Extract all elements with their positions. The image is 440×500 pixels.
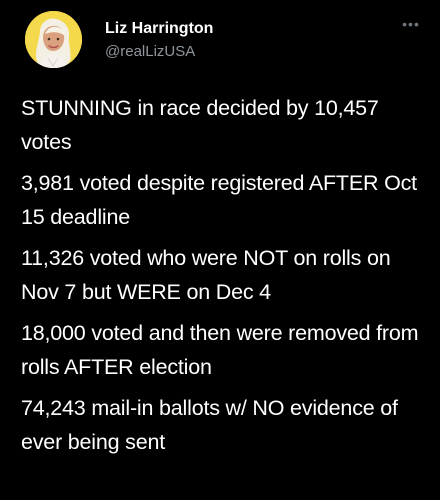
avatar[interactable] (25, 11, 82, 68)
avatar-image (25, 11, 82, 68)
tweet-paragraph: 11,326 voted who were NOT on rolls on No… (21, 246, 391, 304)
tweet-card: Liz Harrington @realLizUSA ••• STUNNING … (0, 0, 440, 500)
tweet-paragraph: STUNNING in race decided by 10,457 votes (21, 96, 379, 154)
user-handle[interactable]: @realLizUSA (105, 43, 195, 60)
display-name[interactable]: Liz Harrington (105, 20, 213, 38)
tweet-paragraph: 3,981 voted despite registered AFTER Oct… (21, 171, 417, 229)
tweet-paragraph: 74,243 mail-in ballots w/ NO evidence of… (21, 396, 398, 454)
tweet-header: Liz Harrington @realLizUSA ••• (25, 11, 420, 71)
more-options-icon[interactable]: ••• (402, 16, 420, 32)
tweet-paragraph: 18,000 voted and then were removed from … (21, 321, 419, 379)
tweet-text: STUNNING in race decided by 10,457 votes… (21, 91, 421, 466)
